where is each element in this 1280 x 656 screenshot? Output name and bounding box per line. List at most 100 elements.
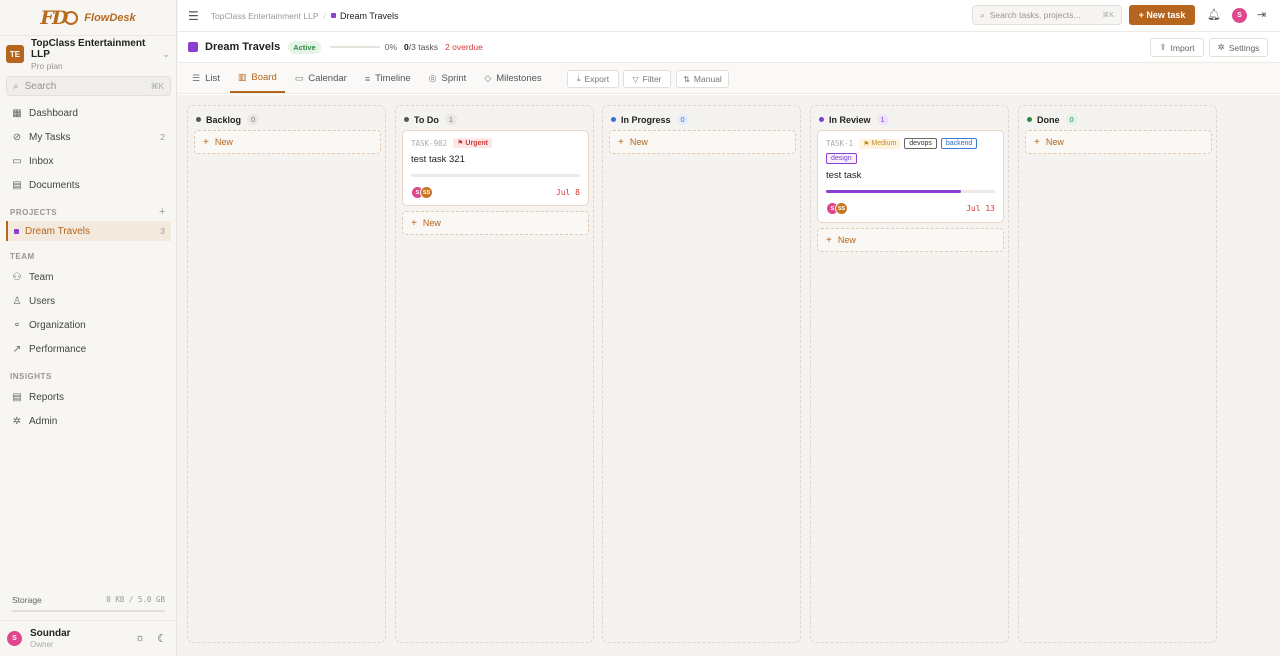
add-card-label: New xyxy=(629,137,648,147)
sidebar-item-admin[interactable]: ✲ Admin xyxy=(6,411,171,431)
export-button[interactable]: ⤓ Export xyxy=(567,70,619,88)
priority-label: Urgent xyxy=(465,139,488,147)
tab-board[interactable]: ▥ Board xyxy=(229,64,285,93)
user-icon: ♙ xyxy=(12,295,22,307)
tab-list[interactable]: ☰ List xyxy=(184,64,228,93)
due-date: Jul 13 xyxy=(966,204,995,213)
column-title: Backlog xyxy=(206,114,242,125)
add-card-button[interactable]: + New xyxy=(817,228,1004,252)
logout-icon[interactable]: ⇥ xyxy=(1257,8,1266,21)
task-title: test task 321 xyxy=(411,154,465,165)
add-card-label: New xyxy=(1045,137,1064,147)
projects-heading: PROJECTS xyxy=(10,208,58,217)
sidebar-item-documents[interactable]: ▤ Documents xyxy=(6,175,171,195)
sidebar-item-reports[interactable]: ▤ Reports xyxy=(6,387,171,407)
due-date: Jul 8 xyxy=(555,188,580,197)
moon-icon[interactable]: ☾ xyxy=(157,632,167,645)
logo-mark: FD xyxy=(40,6,68,29)
status-badge[interactable]: Active xyxy=(288,40,321,54)
add-card-button[interactable]: + New xyxy=(194,130,381,154)
calendar-icon: ▭ xyxy=(294,73,304,83)
upload-icon: ⇪ xyxy=(1159,42,1167,52)
breadcrumb-project[interactable]: Dream Travels xyxy=(331,11,399,21)
sidebar-search-input[interactable]: ⌕ Search ⌘K xyxy=(6,76,171,96)
breadcrumb-org[interactable]: TopClass Entertainment LLP xyxy=(211,11,319,21)
org-plan: Pro plan xyxy=(31,60,63,71)
filter-icon: ▽ xyxy=(632,74,639,84)
board-column-backlog: Backlog 0 + New xyxy=(187,105,386,643)
plus-icon: + xyxy=(1034,136,1040,148)
task-title: test task xyxy=(826,170,862,181)
tab-timeline[interactable]: ≡ Timeline xyxy=(357,64,419,93)
global-search-placeholder: Search tasks, projects... xyxy=(989,10,1081,20)
column-header: To Do 1 xyxy=(404,114,457,125)
tab-label: Calendar xyxy=(308,73,347,84)
board-column-done: Done 0 + New xyxy=(1018,105,1217,643)
project-progress-bar xyxy=(329,46,380,48)
sidebar-item-team[interactable]: ⚇ Team xyxy=(6,267,171,287)
user-profile[interactable]: S Soundar Owner ☼ ☾ xyxy=(0,620,177,656)
add-card-label: New xyxy=(422,218,441,228)
new-task-button[interactable]: + New task xyxy=(1129,5,1195,25)
plus-icon: + xyxy=(411,217,417,229)
assignee-avatar: SS xyxy=(420,186,433,199)
menu-icon[interactable]: ☰ xyxy=(188,9,199,23)
column-header: In Review 1 xyxy=(819,114,889,125)
breadcrumb-project-label: Dream Travels xyxy=(340,10,399,21)
import-button[interactable]: ⇪ Import xyxy=(1150,38,1204,57)
add-card-label: New xyxy=(214,137,233,147)
add-card-button[interactable]: + New xyxy=(1025,130,1212,154)
board-column-in-progress: In Progress 0 + New xyxy=(602,105,801,643)
kanban-board: Backlog 0 + New To Do 1 TASK-902 ⚑ Urgent … xyxy=(178,95,1280,656)
download-icon: ⤓ xyxy=(576,74,581,83)
plus-icon: + xyxy=(826,234,832,246)
sidebar-item-dashboard[interactable]: ▦ Dashboard xyxy=(6,103,171,123)
main-area: ☰ TopClass Entertainment LLP / Dream Tra… xyxy=(178,0,1280,656)
filter-button[interactable]: ▽ Filter xyxy=(623,70,671,88)
avatar[interactable]: S xyxy=(1232,8,1247,23)
settings-label: Settings xyxy=(1228,42,1260,53)
app-logo[interactable]: FD FlowDesk xyxy=(0,0,176,36)
sidebar-item-count: 3 xyxy=(160,226,165,236)
tab-sprint[interactable]: ◎ Sprint xyxy=(421,64,475,93)
assignee-avatar: SS xyxy=(835,202,848,215)
sidebar-item-organization[interactable]: ⚬ Organization xyxy=(6,315,171,335)
sidebar-item-performance[interactable]: ↗ Performance xyxy=(6,339,171,359)
add-card-button[interactable]: + New xyxy=(402,211,589,235)
sort-icon: ⇅ xyxy=(683,74,690,84)
bell-icon[interactable]: 🔔︎ xyxy=(1207,8,1221,21)
project-task-count: 0/3 tasks xyxy=(404,42,438,52)
column-title: In Progress xyxy=(621,114,671,125)
logo-text: FlowDesk xyxy=(84,11,136,24)
sidebar-item-my-tasks[interactable]: ⊘ My Tasks 2 xyxy=(6,127,171,147)
org-avatar: TE xyxy=(6,45,24,63)
tab-milestones[interactable]: ◇ Milestones xyxy=(476,64,549,93)
user-name: Soundar xyxy=(30,628,71,639)
add-project-button[interactable]: + xyxy=(159,206,166,218)
priority-label: Medium xyxy=(871,140,897,147)
sprint-icon: ◎ xyxy=(428,73,437,83)
project-header: Dream Travels Active 0% 0/3 tasks 2 over… xyxy=(178,32,1280,63)
tab-label: Timeline xyxy=(375,73,411,84)
top-bar: ☰ TopClass Entertainment LLP / Dream Tra… xyxy=(178,0,1280,32)
sidebar-item-dream-travels[interactable]: Dream Travels 3 xyxy=(6,221,171,241)
sun-icon[interactable]: ☼ xyxy=(135,632,145,645)
global-search-input[interactable]: ⌕ Search tasks, projects... ⌘K xyxy=(972,5,1122,25)
sidebar-item-inbox[interactable]: ▭ Inbox xyxy=(6,151,171,171)
org-switcher[interactable]: TE TopClass Entertainment LLP Pro plan ⌄ xyxy=(6,38,170,71)
task-card[interactable]: TASK-1 ⚑ Medium devops backend design tes… xyxy=(817,130,1004,223)
sidebar-item-users[interactable]: ♙ Users xyxy=(6,291,171,311)
overdue-count[interactable]: 2 overdue xyxy=(445,42,483,52)
task-card[interactable]: TASK-902 ⚑ Urgent test task 321 S SS Jul … xyxy=(402,130,589,206)
tab-label: Milestones xyxy=(496,73,542,84)
add-card-button[interactable]: + New xyxy=(609,130,796,154)
task-id: TASK-902 xyxy=(411,138,448,148)
export-label: Export xyxy=(584,74,610,84)
project-color-dot xyxy=(331,13,337,18)
avatar: S xyxy=(7,631,22,646)
sort-button[interactable]: ⇅ Manual xyxy=(676,70,729,88)
document-icon: ▤ xyxy=(12,179,22,191)
settings-button[interactable]: ✲ Settings xyxy=(1209,38,1268,57)
tab-calendar[interactable]: ▭ Calendar xyxy=(287,64,355,93)
tab-label: List xyxy=(205,73,220,84)
